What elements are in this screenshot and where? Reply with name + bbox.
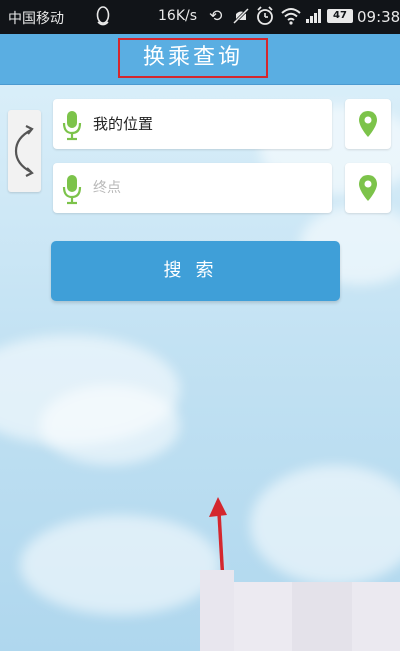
carrier-label: 中国移动 <box>8 11 64 27</box>
overlay-block <box>292 582 352 651</box>
microphone-icon[interactable] <box>61 109 83 141</box>
background-cloud <box>250 465 400 585</box>
search-button[interactable]: 搜索 <box>51 241 340 301</box>
end-location-field[interactable]: 终点 <box>53 163 332 213</box>
clock: 09:38 <box>357 8 400 26</box>
mute-icon <box>232 7 250 25</box>
status-bar: 中国移动 16K/s ⟲ 47 09:38 <box>0 0 400 34</box>
start-location-field[interactable]: 我的位置 <box>53 99 332 149</box>
end-location-placeholder: 终点 <box>93 180 121 196</box>
swap-arrow-icon <box>14 125 34 177</box>
background-cloud <box>40 385 180 465</box>
qq-icon <box>96 6 110 26</box>
overlay-block <box>352 582 400 651</box>
network-speed: 16K/s <box>158 8 198 24</box>
start-location-value: 我的位置 <box>93 115 154 133</box>
end-location-pick-button[interactable] <box>345 163 391 213</box>
title-highlight-annotation: 换乘查询 <box>118 38 268 78</box>
sync-icon: ⟲ <box>209 6 223 25</box>
battery-icon: 47 <box>327 9 353 23</box>
overlay-block <box>234 582 292 651</box>
title-bar: 换乘查询 <box>0 34 400 85</box>
start-location-pick-button[interactable] <box>345 99 391 149</box>
background-cloud <box>20 515 220 615</box>
microphone-icon[interactable] <box>61 173 83 205</box>
overlay-block <box>200 570 234 651</box>
page-title: 换乘查询 <box>142 45 243 70</box>
location-pin-icon <box>359 111 377 137</box>
swap-start-end-button[interactable] <box>8 110 41 192</box>
location-pin-icon <box>359 175 377 201</box>
alarm-icon <box>257 6 273 25</box>
signal-icon <box>306 9 321 23</box>
app-screen: 中国移动 16K/s ⟲ 47 09:38 换乘查询 我的位置 终点 搜索 <box>0 0 400 651</box>
wifi-icon <box>281 8 301 25</box>
